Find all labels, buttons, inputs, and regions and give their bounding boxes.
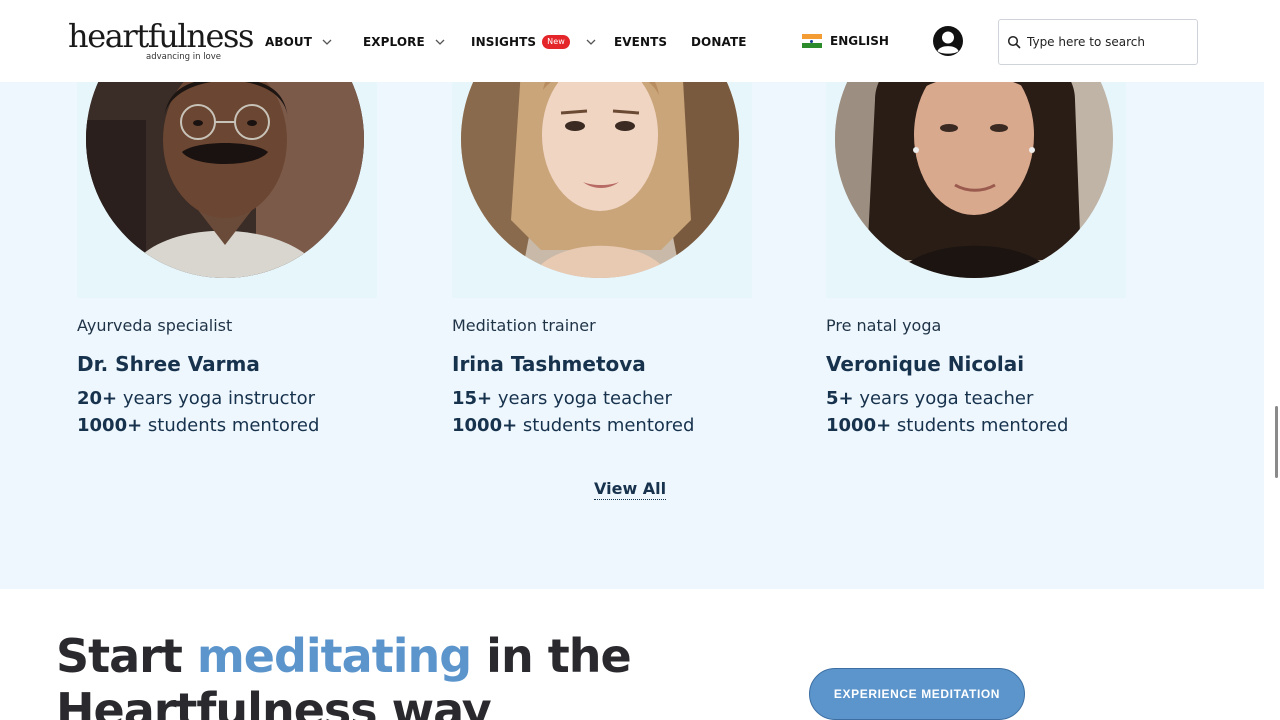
students-value: 1000+ bbox=[826, 415, 892, 436]
students-value: 1000+ bbox=[452, 415, 518, 436]
experience-label: years yoga instructor bbox=[117, 388, 315, 409]
nav-insights-label: INSIGHTS bbox=[471, 35, 537, 49]
trainer-experience: 15+ years yoga teacher bbox=[452, 388, 672, 409]
experience-value: 20+ bbox=[77, 388, 118, 409]
site-header: heartfulness advancing in love ABOUT EXP… bbox=[0, 0, 1264, 82]
trainer-role: Meditation trainer bbox=[452, 316, 596, 335]
trainer-students: 1000+ students mentored bbox=[77, 415, 319, 436]
students-label: students mentored bbox=[142, 415, 320, 436]
chevron-down-icon bbox=[586, 39, 596, 45]
trainer-role: Ayurveda specialist bbox=[77, 316, 233, 335]
trainer-name: Irina Tashmetova bbox=[452, 352, 646, 376]
trainer-photo-frame bbox=[452, 82, 752, 298]
nav-events[interactable]: EVENTS bbox=[614, 33, 667, 51]
trainer-students: 1000+ students mentored bbox=[452, 415, 694, 436]
india-flag-icon bbox=[802, 34, 822, 49]
students-value: 1000+ bbox=[77, 415, 143, 436]
logo-tagline: advancing in love bbox=[146, 52, 222, 62]
chevron-down-icon bbox=[435, 39, 445, 45]
search-box bbox=[998, 19, 1198, 65]
trainer-photo bbox=[461, 82, 739, 278]
heading-accent: meditating bbox=[196, 629, 472, 683]
trainer-photo bbox=[835, 82, 1113, 278]
trainer-role: Pre natal yoga bbox=[826, 316, 942, 335]
chevron-down-icon bbox=[322, 39, 332, 45]
nav-donate-label: DONATE bbox=[691, 35, 747, 49]
logo-wordmark: heartfulness bbox=[68, 17, 254, 55]
nav-about-label: ABOUT bbox=[265, 35, 313, 49]
trainer-students: 1000+ students mentored bbox=[826, 415, 1068, 436]
experience-label: years yoga teacher bbox=[853, 388, 1034, 409]
view-all-link[interactable]: View All bbox=[594, 479, 667, 500]
trainer-photo bbox=[86, 82, 364, 278]
section-heading: Start meditating in the Heartfulness way bbox=[56, 629, 632, 720]
nav-explore[interactable]: EXPLORE bbox=[363, 33, 445, 51]
trainer-photo-frame bbox=[77, 82, 377, 298]
nav-about[interactable]: ABOUT bbox=[265, 33, 332, 51]
scrollbar-thumb[interactable] bbox=[1275, 406, 1278, 478]
language-label: ENGLISH bbox=[830, 34, 889, 48]
nav-donate[interactable]: DONATE bbox=[691, 33, 747, 51]
trainer-name: Dr. Shree Varma bbox=[77, 352, 260, 376]
students-label: students mentored bbox=[517, 415, 695, 436]
heading-part1: Start bbox=[56, 629, 197, 683]
students-label: students mentored bbox=[891, 415, 1069, 436]
user-account-icon[interactable] bbox=[932, 25, 964, 57]
page-scrollbar[interactable] bbox=[1264, 0, 1280, 720]
trainer-name: Veronique Nicolai bbox=[826, 352, 1025, 376]
experience-meditation-button[interactable]: EXPERIENCE MEDITATION bbox=[809, 668, 1025, 720]
trainers-section: Ayurveda specialist Dr. Shree Varma 20+ … bbox=[0, 82, 1264, 589]
heartfulness-logo[interactable]: heartfulness advancing in love bbox=[68, 17, 254, 66]
trainer-experience: 20+ years yoga instructor bbox=[77, 388, 315, 409]
search-icon[interactable] bbox=[1007, 35, 1021, 49]
heading-part2: in the bbox=[471, 629, 631, 683]
nav-events-label: EVENTS bbox=[614, 35, 668, 49]
language-selector[interactable]: ENGLISH bbox=[802, 34, 889, 49]
trainer-photo-frame bbox=[826, 82, 1126, 298]
start-meditating-section: Start meditating in the Heartfulness way… bbox=[0, 589, 1264, 720]
heading-line2: Heartfulness way bbox=[56, 683, 492, 720]
new-badge: New bbox=[542, 35, 570, 49]
experience-label: years yoga teacher bbox=[492, 388, 672, 409]
experience-value: 5+ bbox=[826, 388, 854, 409]
trainer-experience: 5+ years yoga teacher bbox=[826, 388, 1033, 409]
nav-insights[interactable]: INSIGHTS New bbox=[471, 33, 596, 51]
search-input[interactable] bbox=[1027, 35, 1187, 49]
experience-value: 15+ bbox=[452, 388, 493, 409]
nav-explore-label: EXPLORE bbox=[363, 35, 425, 49]
